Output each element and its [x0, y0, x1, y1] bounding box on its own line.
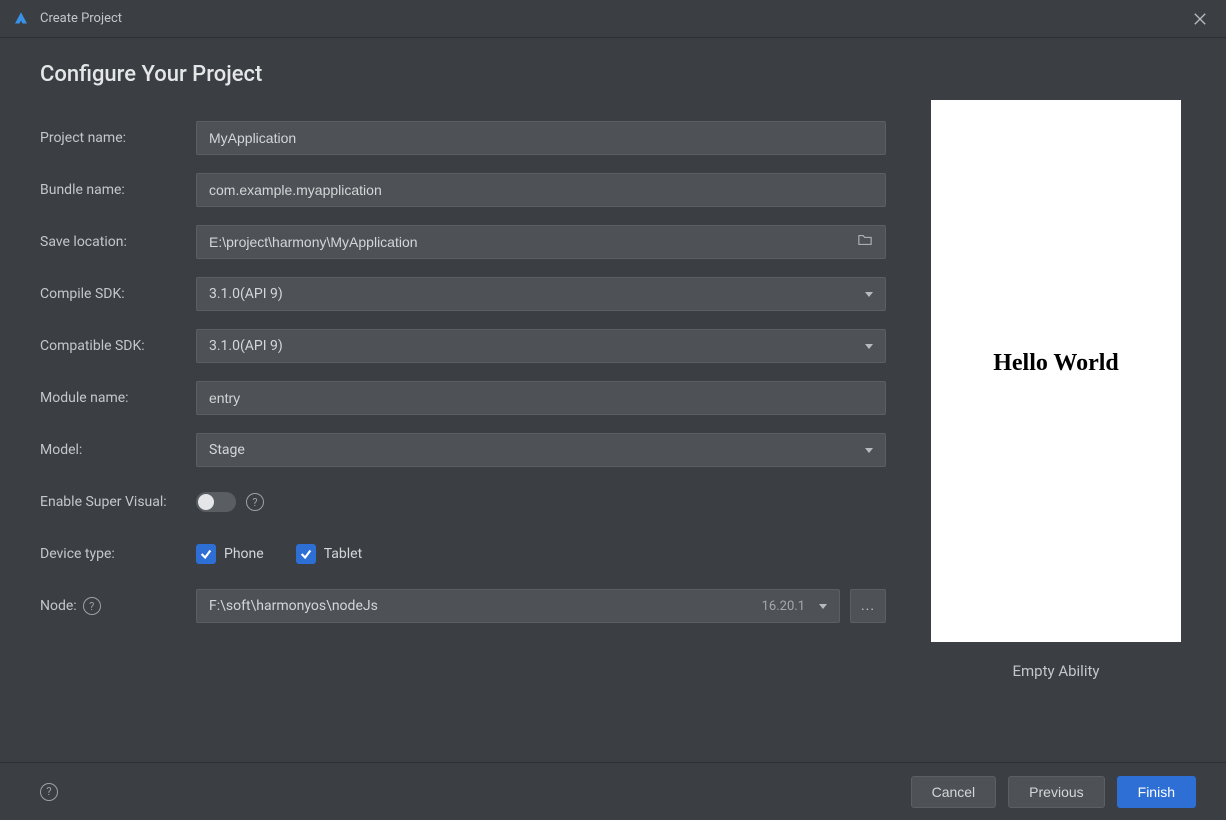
row-compatible-sdk: Compatible SDK: 3.1.0(API 9) [40, 329, 886, 363]
finish-button[interactable]: Finish [1117, 776, 1196, 808]
checkbox-phone[interactable] [196, 544, 216, 564]
device-tablet-option: Tablet [296, 544, 362, 564]
device-phone-label: Phone [224, 546, 264, 562]
help-icon[interactable]: ? [83, 597, 101, 615]
label-node-text: Node: [40, 598, 77, 614]
label-node: Node: ? [40, 597, 196, 615]
super-visual-toggle[interactable] [196, 492, 236, 512]
help-icon[interactable]: ? [40, 783, 58, 801]
chevron-down-icon [865, 292, 873, 297]
cancel-button[interactable]: Cancel [911, 776, 997, 808]
preview-caption: Empty Ability [1013, 662, 1100, 680]
save-location-input[interactable] [196, 225, 886, 259]
label-compile-sdk: Compile SDK: [40, 286, 196, 302]
row-super-visual: Enable Super Visual: ? [40, 485, 886, 519]
form-column: Configure Your Project Project name: Bun… [40, 62, 886, 752]
chevron-down-icon [819, 604, 827, 609]
previous-button[interactable]: Previous [1008, 776, 1104, 808]
row-bundle-name: Bundle name: [40, 173, 886, 207]
row-project-name: Project name: [40, 121, 886, 155]
model-value: Stage [209, 442, 245, 458]
window-title: Create Project [40, 11, 122, 26]
row-node: Node: ? F:\soft\harmonyos\nodeJs 16.20.1… [40, 589, 886, 623]
bundle-name-input[interactable] [196, 173, 886, 207]
label-module-name: Module name: [40, 390, 196, 406]
model-select[interactable]: Stage [196, 433, 886, 467]
compile-sdk-select[interactable]: 3.1.0(API 9) [196, 277, 886, 311]
label-model: Model: [40, 442, 196, 458]
footer: ? Cancel Previous Finish [0, 762, 1226, 820]
row-save-location: Save location: [40, 225, 886, 259]
label-super-visual: Enable Super Visual: [40, 494, 196, 510]
row-module-name: Module name: [40, 381, 886, 415]
content-area: Configure Your Project Project name: Bun… [0, 38, 1226, 762]
chevron-down-icon [865, 448, 873, 453]
node-path-select[interactable]: F:\soft\harmonyos\nodeJs 16.20.1 [196, 589, 840, 623]
label-compatible-sdk: Compatible SDK: [40, 338, 196, 354]
node-path-value: F:\soft\harmonyos\nodeJs [209, 598, 378, 614]
preview-text: Hello World [993, 350, 1119, 377]
app-logo-icon [12, 10, 30, 28]
row-device-type: Device type: Phone Tablet [40, 537, 886, 571]
module-name-input[interactable] [196, 381, 886, 415]
row-compile-sdk: Compile SDK: 3.1.0(API 9) [40, 277, 886, 311]
checkbox-tablet[interactable] [296, 544, 316, 564]
titlebar: Create Project [0, 0, 1226, 38]
browse-button[interactable]: ... [850, 589, 886, 623]
row-model: Model: Stage [40, 433, 886, 467]
compatible-sdk-value: 3.1.0(API 9) [209, 338, 283, 354]
preview-column: Hello World Empty Ability [926, 62, 1186, 752]
phone-preview: Hello World [931, 100, 1181, 642]
label-save-location: Save location: [40, 234, 196, 250]
close-icon[interactable] [1186, 5, 1214, 33]
chevron-down-icon [865, 344, 873, 349]
toggle-knob [198, 494, 214, 510]
page-title: Configure Your Project [40, 62, 886, 87]
folder-icon[interactable] [857, 233, 873, 251]
help-icon[interactable]: ? [246, 493, 264, 511]
project-name-input[interactable] [196, 121, 886, 155]
device-phone-option: Phone [196, 544, 264, 564]
node-version-text: 16.20.1 [762, 599, 805, 614]
label-bundle-name: Bundle name: [40, 182, 196, 198]
compatible-sdk-select[interactable]: 3.1.0(API 9) [196, 329, 886, 363]
device-tablet-label: Tablet [324, 546, 362, 562]
label-project-name: Project name: [40, 130, 196, 146]
label-device-type: Device type: [40, 546, 196, 562]
compile-sdk-value: 3.1.0(API 9) [209, 286, 283, 302]
